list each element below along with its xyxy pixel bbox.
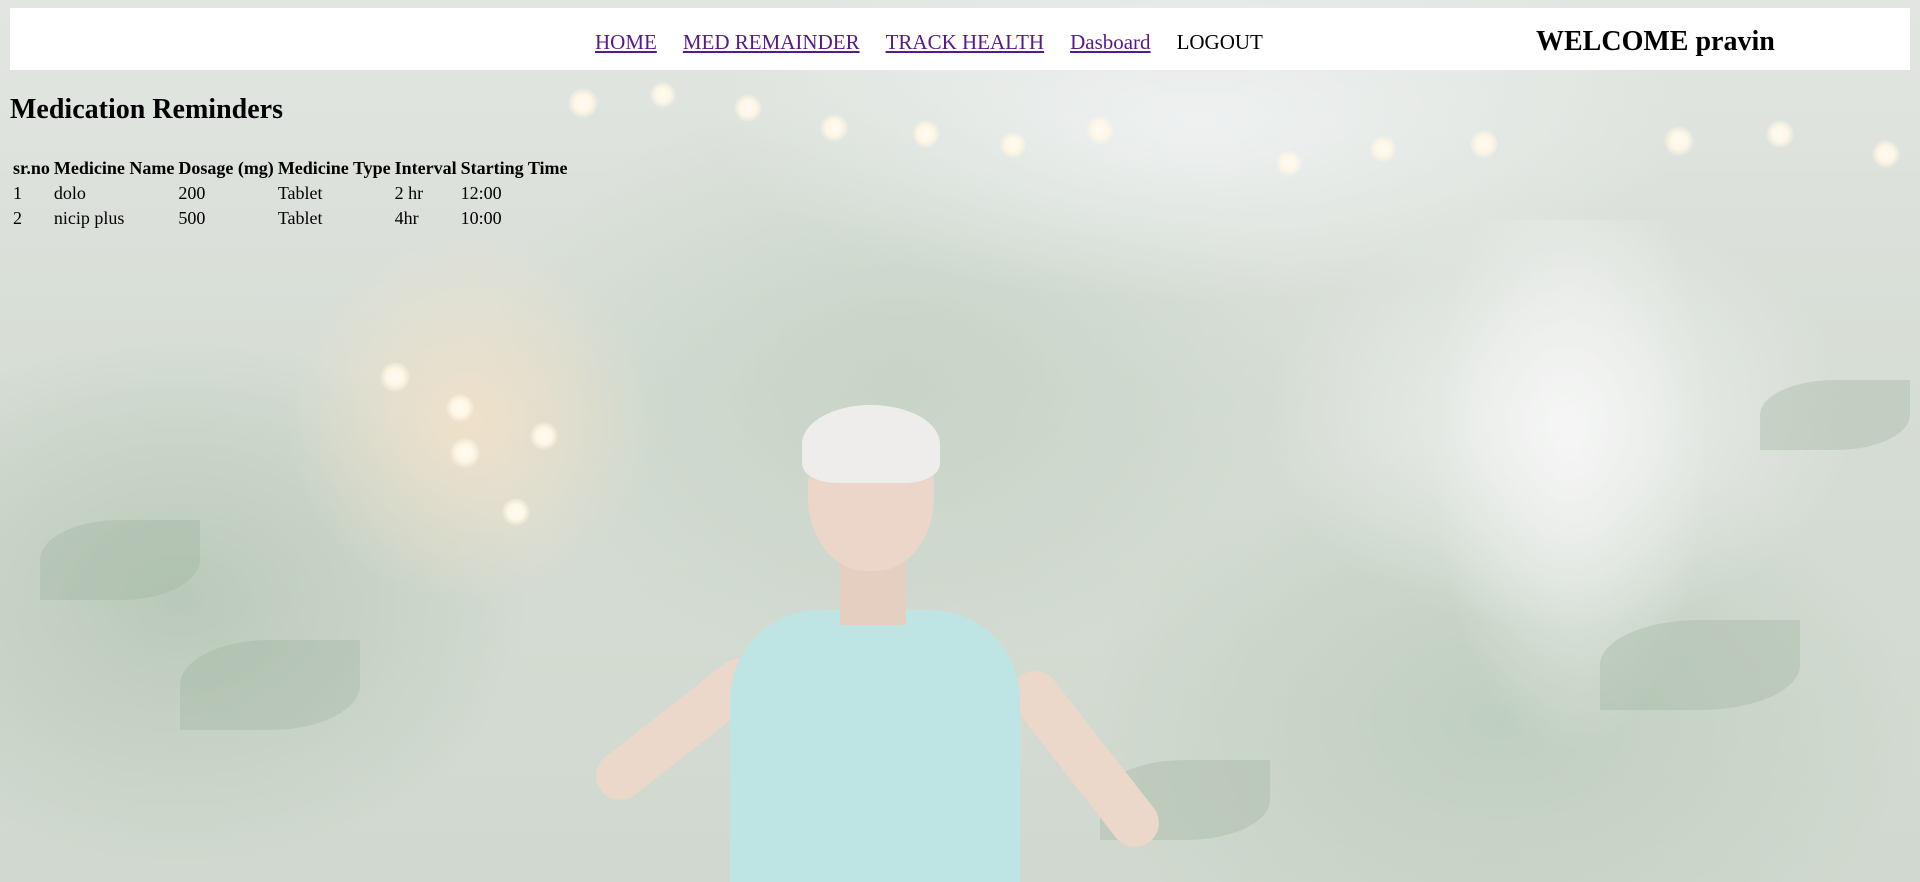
column-header-interval: Interval: [394, 158, 457, 178]
column-header-medicine-name: Medicine Name: [53, 158, 175, 178]
nav-link-dashboard[interactable]: Dasboard: [1070, 30, 1150, 55]
column-header-dosage: Dosage (mg): [178, 158, 274, 178]
cell-starting-time: 12:00: [460, 183, 502, 203]
column-header-medicine-type: Medicine Type: [277, 158, 391, 178]
cell-interval: 2 hr: [394, 183, 424, 203]
nav-link-track-health[interactable]: TRACK HEALTH: [886, 30, 1044, 55]
page-title: Medication Reminders: [10, 94, 283, 125]
cell-interval: 4hr: [394, 208, 419, 228]
nav-link-med-remainder[interactable]: MED REMAINDER: [683, 30, 860, 55]
nav-links: HOME MED REMAINDER TRACK HEALTH Dasboard…: [595, 30, 1263, 55]
cell-medicine-name: dolo: [53, 183, 86, 203]
cell-dosage: 200: [178, 183, 206, 203]
background-image: [0, 0, 1920, 882]
cell-medicine-type: Tablet: [277, 183, 323, 203]
table-row: 2 nicip plus 500 Tablet 4hr 10:00: [12, 207, 568, 230]
logout-button[interactable]: LOGOUT: [1177, 30, 1263, 55]
table-row: 1 dolo 200 Tablet 2 hr 12:00: [12, 182, 568, 205]
navbar: HOME MED REMAINDER TRACK HEALTH Dasboard…: [10, 8, 1910, 70]
nav-link-home[interactable]: HOME: [595, 30, 657, 55]
welcome-message: WELCOME pravin: [1536, 26, 1775, 57]
cell-srno: 2: [13, 208, 22, 228]
cell-dosage: 500: [178, 208, 206, 228]
cell-medicine-name: nicip plus: [53, 208, 125, 228]
table-header-row: sr.no Medicine Name Dosage (mg) Medicine…: [12, 157, 568, 180]
cell-medicine-type: Tablet: [277, 208, 323, 228]
cell-starting-time: 10:00: [460, 208, 502, 228]
column-header-starting-time: Starting Time: [460, 158, 568, 178]
column-header-srno: sr.no: [13, 158, 50, 178]
cell-srno: 1: [13, 183, 22, 203]
medication-table: sr.no Medicine Name Dosage (mg) Medicine…: [10, 155, 570, 232]
